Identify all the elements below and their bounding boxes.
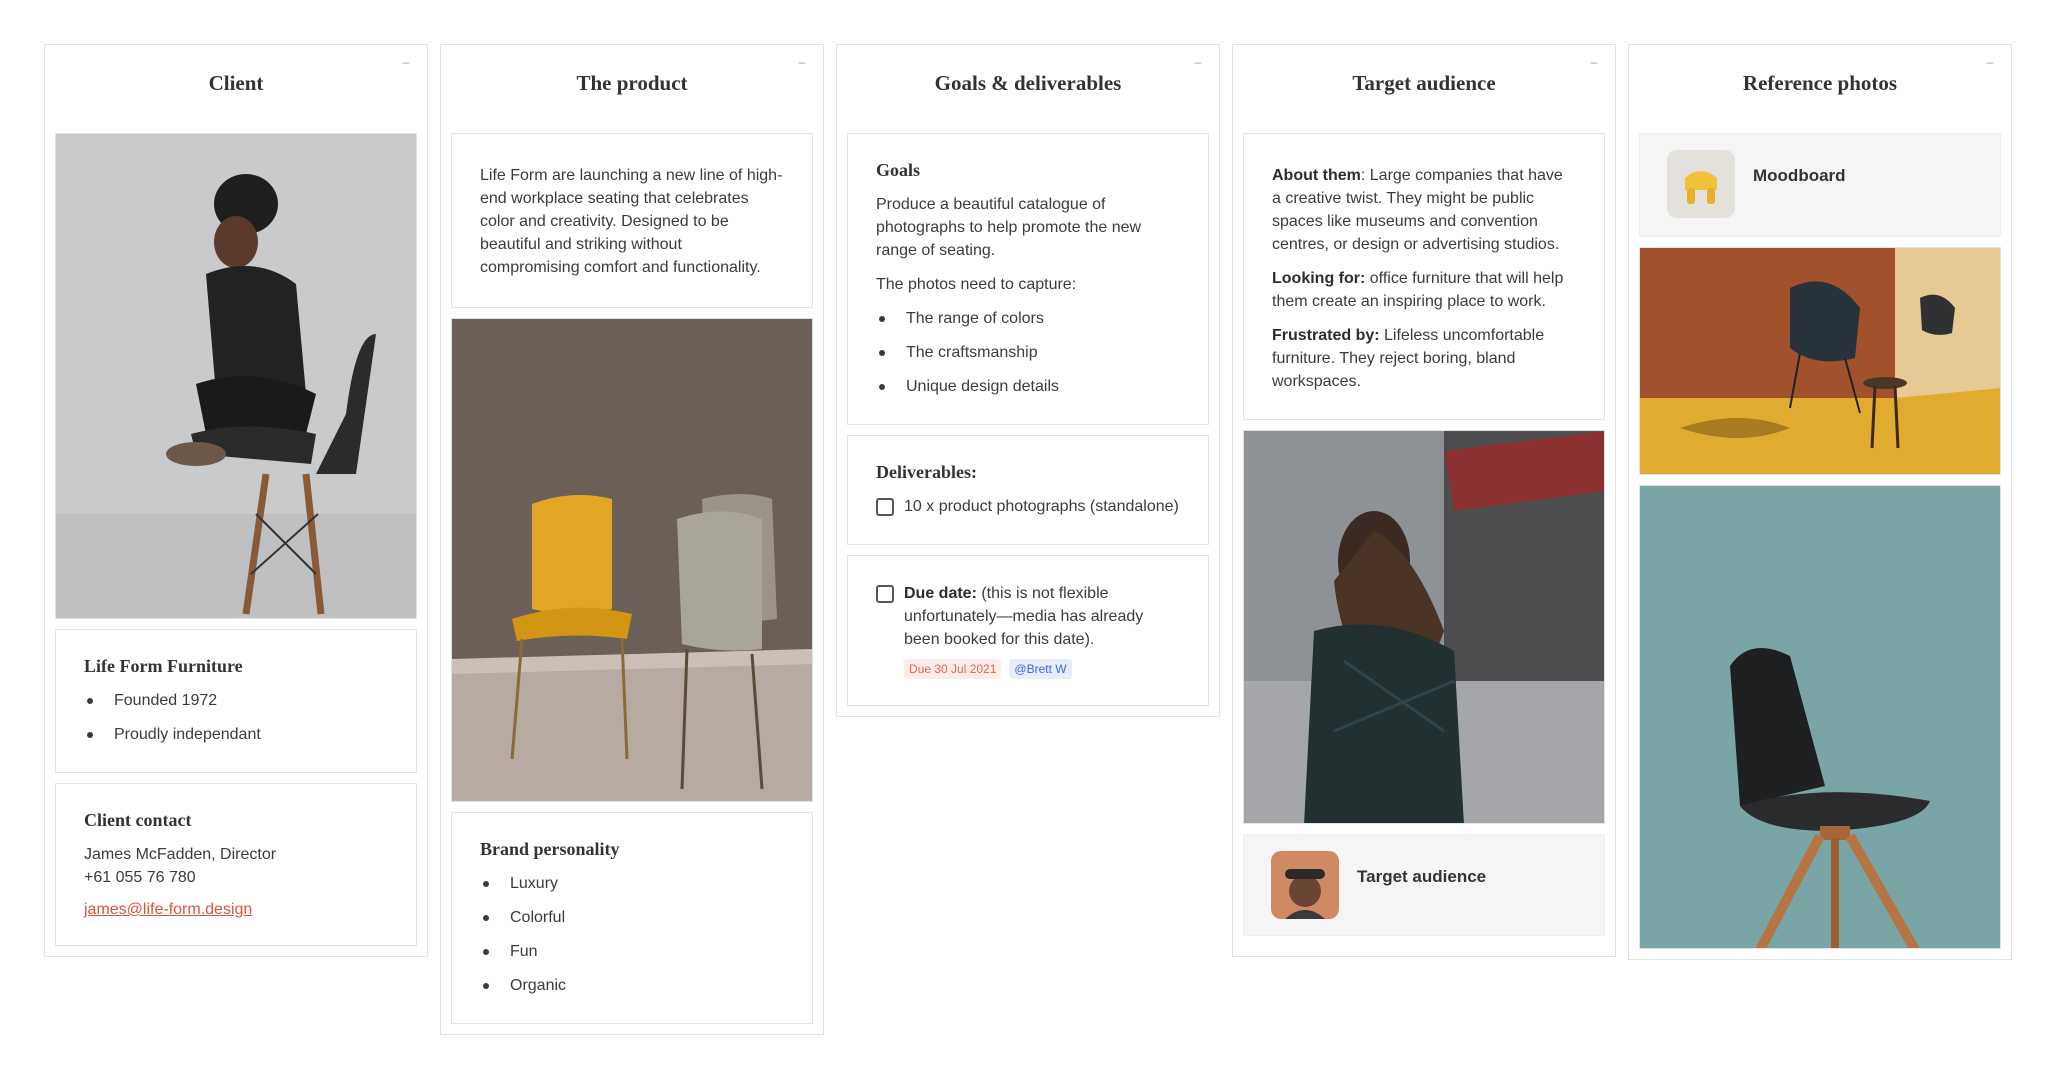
column-product: The product – Life Form are launching a … xyxy=(440,44,824,1035)
task-text: 10 x product photographs (standalone) xyxy=(904,498,1179,515)
link-label: Moodboard xyxy=(1753,166,1846,185)
column-header: The product – xyxy=(451,45,813,133)
minus-icon[interactable]: – xyxy=(795,55,809,69)
card-title: Client contact xyxy=(84,810,192,830)
frustrated-by: Frustrated by: Lifeless uncomfortable fu… xyxy=(1272,324,1576,393)
goals-card: Goals Produce a beautiful catalogue of p… xyxy=(847,133,1209,425)
capture-intro: The photos need to capture: xyxy=(876,276,1077,293)
due-label: Due date: xyxy=(904,585,977,602)
product-description-card: Life Form are launching a new line of hi… xyxy=(451,133,813,308)
client-photo xyxy=(55,133,417,619)
list-item: Founded 1972 xyxy=(84,689,388,712)
product-description: Life Form are launching a new line of hi… xyxy=(480,167,783,276)
minus-icon[interactable]: – xyxy=(399,55,413,69)
list-item: Colorful xyxy=(480,906,784,929)
list-item: Organic xyxy=(480,974,784,997)
checkbox-icon[interactable] xyxy=(876,498,894,516)
column-title: Reference photos xyxy=(1742,70,1898,95)
company-facts-list: Founded 1972 Proudly independant xyxy=(84,689,388,746)
card-title: Life Form Furniture xyxy=(84,656,243,676)
list-item: Fun xyxy=(480,940,784,963)
column-header: Goals & deliverables – xyxy=(847,45,1209,133)
task-row: Due date: (this is not flexible unfortun… xyxy=(876,582,1180,651)
brand-traits-list: Luxury Colorful Fun Organic xyxy=(480,872,784,997)
frustrated-label: Frustrated by: xyxy=(1272,327,1380,344)
column-title: Goals & deliverables xyxy=(934,70,1122,95)
list-item: The range of colors xyxy=(876,307,1180,330)
product-photo xyxy=(451,318,813,802)
column-goals: Goals & deliverables – Goals Produce a b… xyxy=(836,44,1220,717)
avatar xyxy=(1271,851,1339,919)
minus-icon[interactable]: – xyxy=(1587,55,1601,69)
contact-phone: +61 055 76 780 xyxy=(84,869,196,886)
contact-name: James McFadden, Director xyxy=(84,846,277,863)
list-item: Proudly independant xyxy=(84,723,388,746)
column-title: The product xyxy=(576,70,688,95)
goals-text: Produce a beautiful catalogue of photogr… xyxy=(876,196,1142,259)
reference-photo-2 xyxy=(1639,485,2001,949)
due-date-card: Due date: (this is not flexible unfortun… xyxy=(847,555,1209,706)
about-label: About them xyxy=(1272,167,1361,184)
column-reference: Reference photos – Moodboard xyxy=(1628,44,2012,960)
list-item: Luxury xyxy=(480,872,784,895)
moodboard-link[interactable]: Moodboard xyxy=(1639,133,2001,237)
moodboard-thumbnail xyxy=(1667,150,1735,218)
card-title: Deliverables: xyxy=(876,462,977,482)
card-title: Goals xyxy=(876,160,921,180)
audience-photo xyxy=(1243,430,1605,824)
capture-list: The range of colors The craftsmanship Un… xyxy=(876,307,1180,398)
company-card: Life Form Furniture Founded 1972 Proudly… xyxy=(55,629,417,773)
target-audience-link[interactable]: Target audience xyxy=(1243,834,1605,936)
column-header: Client – xyxy=(55,45,417,133)
looking-label: Looking for: xyxy=(1272,270,1366,287)
brand-personality-card: Brand personality Luxury Colorful Fun Or… xyxy=(451,812,813,1024)
minus-icon[interactable]: – xyxy=(1983,55,1997,69)
minus-icon[interactable]: – xyxy=(1191,55,1205,69)
column-header: Reference photos – xyxy=(1639,45,2001,133)
column-audience: Target audience – About them: Large comp… xyxy=(1232,44,1616,957)
due-text: Due date: (this is not flexible unfortun… xyxy=(904,582,1180,651)
list-item: The craftsmanship xyxy=(876,341,1180,364)
contact-card: Client contact James McFadden, Director … xyxy=(55,783,417,946)
list-item: Unique design details xyxy=(876,375,1180,398)
task-tags: Due 30 Jul 2021 @Brett W xyxy=(876,659,1180,679)
column-title: Target audience xyxy=(1352,70,1496,95)
column-header: Target audience – xyxy=(1243,45,1605,133)
due-date-tag[interactable]: Due 30 Jul 2021 xyxy=(904,659,1002,679)
checkbox-icon[interactable] xyxy=(876,585,894,603)
audience-card: About them: Large companies that have a … xyxy=(1243,133,1605,420)
task-row: 10 x product photographs (standalone) xyxy=(876,495,1180,518)
column-client: Client – Life Form Furniture Founded 197… xyxy=(44,44,428,957)
deliverables-card: Deliverables: 10 x product photographs (… xyxy=(847,435,1209,545)
looking-for: Looking for: office furniture that will … xyxy=(1272,267,1576,313)
column-title: Client xyxy=(208,70,264,95)
reference-photo-1 xyxy=(1639,247,2001,475)
mention-tag[interactable]: @Brett W xyxy=(1009,659,1072,679)
contact-email-link[interactable]: james@life-form.design xyxy=(84,901,252,919)
link-label: Target audience xyxy=(1357,867,1487,886)
card-title: Brand personality xyxy=(480,839,620,859)
about-them: About them: Large companies that have a … xyxy=(1272,164,1576,256)
